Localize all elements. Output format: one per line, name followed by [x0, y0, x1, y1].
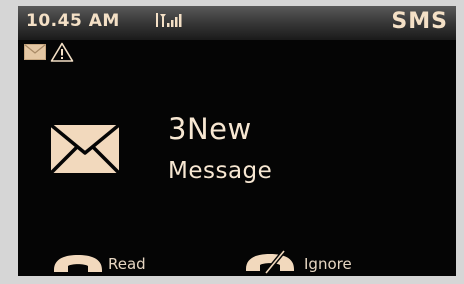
read-label: Read: [108, 255, 146, 273]
status-bar: 10.45 AM SMS: [18, 6, 456, 40]
phone-screen: 10.45 AM SMS 3New Message Read Ignore: [18, 6, 456, 276]
ignore-button[interactable]: Ignore: [244, 250, 352, 274]
envelope-icon: [24, 44, 46, 60]
signal-strength-icon: [156, 13, 182, 27]
ignore-label: Ignore: [304, 255, 352, 273]
phone-reject-icon: [246, 250, 294, 274]
read-button[interactable]: Read: [52, 250, 146, 274]
message-label: Message: [168, 158, 273, 184]
new-message-count: 3New: [168, 112, 252, 146]
status-time: 10.45 AM: [26, 11, 120, 31]
device-frame: 10.45 AM SMS 3New Message Read Ignore: [0, 0, 464, 284]
phone-answer-icon: [54, 255, 102, 272]
warning-icon: [50, 42, 74, 62]
message-envelope-icon: [49, 123, 121, 175]
app-title: SMS: [391, 9, 448, 34]
